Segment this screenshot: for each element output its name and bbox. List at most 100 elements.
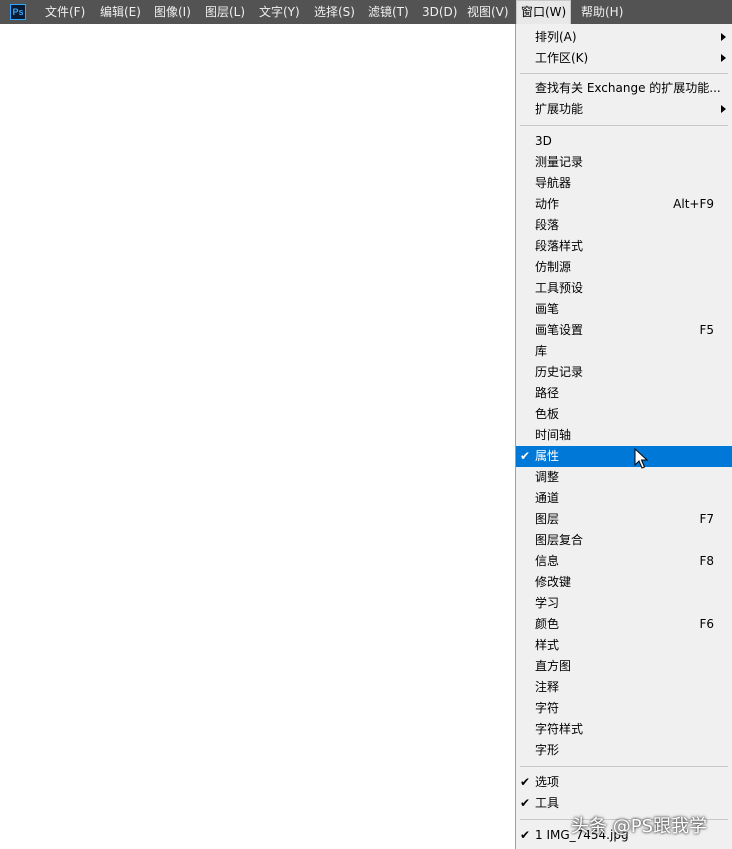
menu-item-label: 字符 <box>535 701 560 715</box>
menu-item-notes[interactable]: 注释 <box>516 677 732 698</box>
menu-item-label: 样式 <box>535 638 560 652</box>
menu-item-3d[interactable]: 3D <box>516 131 732 152</box>
menu-item-learn[interactable]: 学习 <box>516 593 732 614</box>
menu-item-label: 段落样式 <box>535 239 584 253</box>
menu-item-brushes[interactable]: 画笔 <box>516 299 732 320</box>
menu-item-paragraph[interactable]: 段落 <box>516 215 732 236</box>
checkmark-icon: ✔ <box>520 449 531 463</box>
menu-item-paths[interactable]: 路径 <box>516 383 732 404</box>
menu-separator <box>520 73 728 74</box>
menu-file[interactable]: 文件(F) <box>45 0 85 24</box>
menu-item-label: 调整 <box>535 470 560 484</box>
menu-item-shortcut: F7 <box>699 512 714 526</box>
menu-item-label: 图层复合 <box>535 533 584 547</box>
menu-item-tool-presets[interactable]: 工具预设 <box>516 278 732 299</box>
menu-item-label: 扩展功能 <box>535 102 584 116</box>
menu-item-label: 路径 <box>535 386 560 400</box>
menu-item-label: 字符样式 <box>535 722 584 736</box>
menu-item-label: 工具预设 <box>535 281 584 295</box>
mouse-pointer-icon <box>634 448 648 469</box>
menu-item-label: 色板 <box>535 407 560 421</box>
menu-item-label: 排列(A) <box>535 30 577 44</box>
menu-item-shortcut: F8 <box>699 554 714 568</box>
menu-item-shortcut: F6 <box>699 617 714 631</box>
menu-item-adjustments[interactable]: 调整 <box>516 467 732 488</box>
menu-item-label: 3D <box>535 134 552 148</box>
menu-layer[interactable]: 图层(L) <box>205 0 245 24</box>
menu-item-channels[interactable]: 通道 <box>516 488 732 509</box>
menu-item-shortcut: F5 <box>699 323 714 337</box>
menu-item-libraries[interactable]: 库 <box>516 341 732 362</box>
menu-type[interactable]: 文字(Y) <box>259 0 300 24</box>
menu-separator <box>520 766 728 767</box>
menu-item-character-styles[interactable]: 字符样式 <box>516 719 732 740</box>
menu-view[interactable]: 视图(V) <box>467 0 509 24</box>
menu-item-label: 查找有关 Exchange 的扩展功能... <box>535 81 721 95</box>
menu-select[interactable]: 选择(S) <box>314 0 355 24</box>
menu-help[interactable]: 帮助(H) <box>581 0 623 24</box>
window-menu-dropdown: 排列(A) 工作区(K) 查找有关 Exchange 的扩展功能... 扩展功能… <box>515 24 732 849</box>
menu-item-timeline[interactable]: 时间轴 <box>516 425 732 446</box>
menu-item-info[interactable]: 信息 F8 <box>516 551 732 572</box>
menu-bar: Ps 文件(F) 编辑(E) 图像(I) 图层(L) 文字(Y) 选择(S) 滤… <box>0 0 732 24</box>
menu-item-label: 直方图 <box>535 659 572 673</box>
menu-3d[interactable]: 3D(D) <box>422 0 457 24</box>
document-canvas[interactable] <box>0 24 515 849</box>
menu-item-shortcut: Alt+F9 <box>673 197 714 211</box>
menu-item-layer-comps[interactable]: 图层复合 <box>516 530 732 551</box>
menu-item-modifier-keys[interactable]: 修改键 <box>516 572 732 593</box>
menu-item-label: 图层 <box>535 512 560 526</box>
checkmark-icon: ✔ <box>520 775 531 789</box>
menu-item-label: 动作 <box>535 197 560 211</box>
photoshop-logo-icon[interactable]: Ps <box>10 4 26 20</box>
menu-item-paragraph-styles[interactable]: 段落样式 <box>516 236 732 257</box>
checkmark-icon: ✔ <box>520 828 531 842</box>
checkmark-icon: ✔ <box>520 796 531 810</box>
menu-item-measurement-log[interactable]: 测量记录 <box>516 152 732 173</box>
menu-item-character[interactable]: 字符 <box>516 698 732 719</box>
menu-edit[interactable]: 编辑(E) <box>100 0 141 24</box>
watermark-text: 头条 @PS跟我学 <box>571 816 708 837</box>
menu-item-label: 时间轴 <box>535 428 572 442</box>
menu-item-label: 工作区(K) <box>535 51 589 65</box>
menu-item-clone-source[interactable]: 仿制源 <box>516 257 732 278</box>
menu-item-label: 画笔 <box>535 302 560 316</box>
menu-image[interactable]: 图像(I) <box>154 0 191 24</box>
menu-item-label: 信息 <box>535 554 560 568</box>
menu-item-label: 字形 <box>535 743 560 757</box>
menu-window[interactable]: 窗口(W) <box>516 0 572 24</box>
menu-item-styles[interactable]: 样式 <box>516 635 732 656</box>
menu-item-label: 学习 <box>535 596 560 610</box>
menu-item-label: 工具 <box>535 796 560 810</box>
menu-item-properties[interactable]: ✔ 属性 <box>516 446 732 467</box>
menu-item-workspace[interactable]: 工作区(K) <box>516 48 732 69</box>
menu-item-label: 颜色 <box>535 617 560 631</box>
menu-item-navigator[interactable]: 导航器 <box>516 173 732 194</box>
menu-item-history[interactable]: 历史记录 <box>516 362 732 383</box>
menu-separator <box>520 125 728 126</box>
menu-item-label: 注释 <box>535 680 560 694</box>
menu-item-label: 历史记录 <box>535 365 584 379</box>
menu-filter[interactable]: 滤镜(T) <box>368 0 409 24</box>
menu-item-label: 修改键 <box>535 575 572 589</box>
menu-item-label: 画笔设置 <box>535 323 584 337</box>
menu-item-brush-settings[interactable]: 画笔设置 F5 <box>516 320 732 341</box>
menu-item-arrange[interactable]: 排列(A) <box>516 27 732 48</box>
menu-item-label: 库 <box>535 344 548 358</box>
menu-item-options[interactable]: ✔ 选项 <box>516 772 732 793</box>
submenu-arrow-icon <box>721 33 726 41</box>
menu-item-glyphs[interactable]: 字形 <box>516 740 732 761</box>
menu-item-histogram[interactable]: 直方图 <box>516 656 732 677</box>
menu-item-extensions[interactable]: 扩展功能 <box>516 99 732 120</box>
menu-item-label: 段落 <box>535 218 560 232</box>
menu-item-layers[interactable]: 图层 F7 <box>516 509 732 530</box>
menu-item-tools[interactable]: ✔ 工具 <box>516 793 732 814</box>
menu-item-label: 选项 <box>535 775 560 789</box>
menu-item-swatches[interactable]: 色板 <box>516 404 732 425</box>
menu-item-label: 导航器 <box>535 176 572 190</box>
menu-item-label: 仿制源 <box>535 260 572 274</box>
menu-item-actions[interactable]: 动作 Alt+F9 <box>516 194 732 215</box>
menu-item-label: 测量记录 <box>535 155 584 169</box>
menu-item-find-extensions[interactable]: 查找有关 Exchange 的扩展功能... <box>516 78 732 99</box>
menu-item-color[interactable]: 颜色 F6 <box>516 614 732 635</box>
